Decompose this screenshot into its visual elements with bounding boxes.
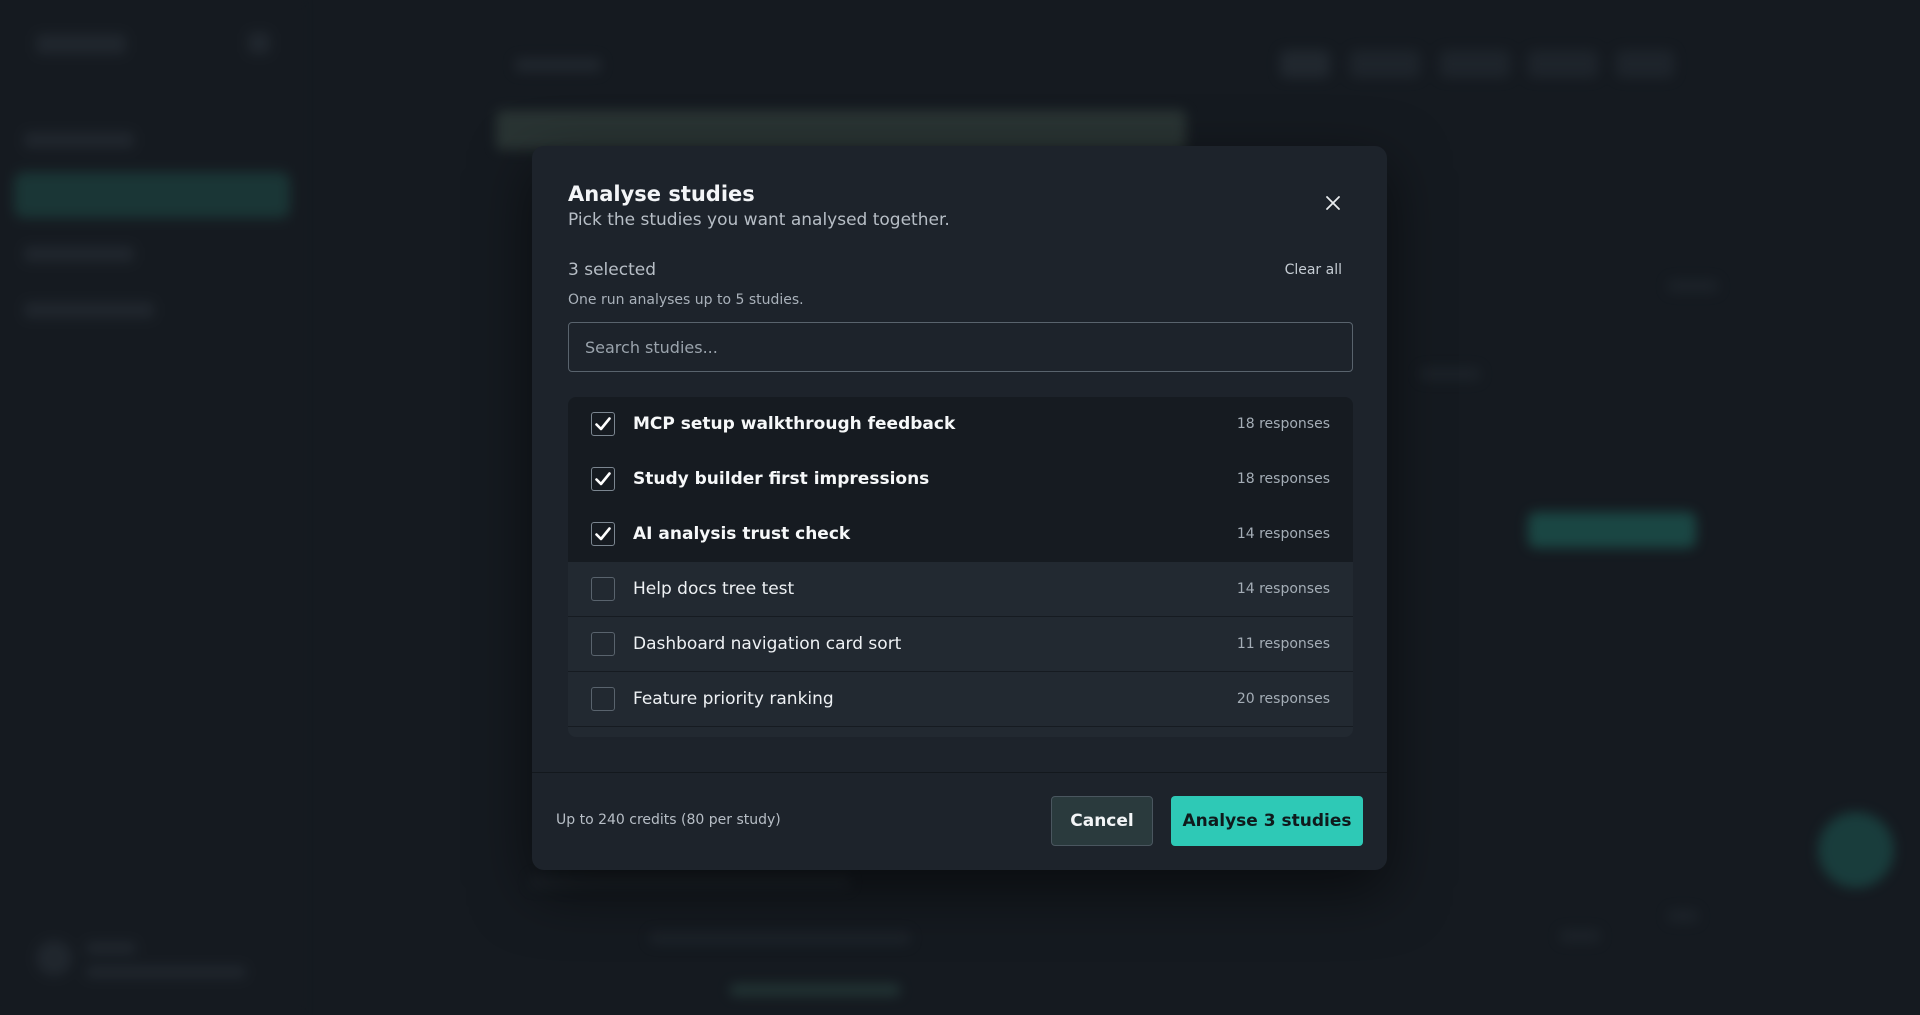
background-toolbar-pill bbox=[1440, 50, 1510, 78]
study-checkbox[interactable] bbox=[591, 577, 615, 601]
dialog-subtitle: Pick the studies you want analysed toget… bbox=[568, 210, 950, 230]
study-row[interactable]: Dashboard navigation card sort 11 respons… bbox=[568, 617, 1353, 672]
background-text-line bbox=[530, 876, 850, 888]
background-text-line bbox=[1668, 280, 1718, 292]
background-text-line bbox=[1668, 910, 1698, 922]
study-row[interactable]: Help docs tree test 14 responses bbox=[568, 562, 1353, 617]
background-text-line bbox=[1560, 930, 1600, 942]
checkmark-icon bbox=[595, 472, 611, 486]
background-page-title bbox=[496, 110, 1186, 150]
background-nav-item-active bbox=[14, 172, 290, 218]
study-row[interactable]: Feature priority ranking 20 responses bbox=[568, 672, 1353, 727]
study-row[interactable]: MCP setup walkthrough feedback 18 respons… bbox=[568, 397, 1353, 452]
background-avatar bbox=[36, 940, 72, 976]
selected-count: 3 selected bbox=[568, 260, 656, 280]
study-response-count: 18 responses bbox=[1236, 416, 1330, 432]
credits-note: Up to 240 credits (80 per study) bbox=[556, 812, 781, 828]
footer-divider bbox=[532, 772, 1387, 773]
background-toolbar-pill bbox=[1528, 50, 1598, 78]
analyse-studies-dialog: Analyse studies Pick the studies you wan… bbox=[532, 146, 1387, 870]
dialog-title: Analyse studies bbox=[568, 182, 755, 206]
background-teal-button bbox=[1528, 512, 1696, 548]
study-response-count: 18 responses bbox=[1236, 471, 1330, 487]
study-checkbox[interactable] bbox=[591, 687, 615, 711]
study-checkbox[interactable] bbox=[591, 632, 615, 656]
background-floating-action-button bbox=[1818, 812, 1894, 888]
study-row[interactable]: Study builder first impressions 18 respon… bbox=[568, 452, 1353, 507]
clear-all-button[interactable]: Clear all bbox=[1285, 262, 1342, 278]
study-response-count: 20 responses bbox=[1236, 691, 1330, 707]
background-toolbar-pill bbox=[1280, 50, 1330, 78]
study-name: AI analysis trust check bbox=[633, 524, 851, 544]
background-toolbar-pill bbox=[1616, 50, 1674, 78]
checkmark-icon bbox=[595, 417, 611, 431]
close-icon bbox=[1326, 196, 1340, 210]
background-nav-item bbox=[24, 246, 134, 262]
study-response-count: 11 responses bbox=[1236, 636, 1330, 652]
background-nav-item bbox=[24, 132, 134, 148]
study-name: MCP setup walkthrough feedback bbox=[633, 414, 956, 434]
background-toolbar-pill bbox=[1350, 50, 1420, 78]
analyse-studies-button[interactable]: Analyse 3 studies bbox=[1171, 796, 1363, 846]
study-name: Study builder first impressions bbox=[633, 469, 930, 489]
study-name: Dashboard navigation card sort bbox=[633, 634, 902, 654]
study-response-count: 14 responses bbox=[1236, 581, 1330, 597]
background-text-line bbox=[650, 932, 910, 944]
background-breadcrumb bbox=[515, 58, 601, 72]
background-text-line bbox=[730, 984, 900, 996]
study-name: Help docs tree test bbox=[633, 579, 795, 599]
background-text-line bbox=[1420, 368, 1480, 380]
study-row[interactable]: AI analysis trust check 14 responses bbox=[568, 507, 1353, 562]
study-list: MCP setup walkthrough feedback 18 respons… bbox=[568, 397, 1353, 737]
close-button[interactable] bbox=[1318, 188, 1348, 218]
limit-note: One run analyses up to 5 studies. bbox=[568, 292, 804, 308]
study-name: Feature priority ranking bbox=[633, 689, 834, 709]
study-checkbox[interactable] bbox=[591, 412, 615, 436]
background-user-name bbox=[86, 942, 136, 954]
background-sidebar-toggle bbox=[248, 32, 270, 54]
study-checkbox[interactable] bbox=[591, 467, 615, 491]
study-response-count: 14 responses bbox=[1236, 526, 1330, 542]
background-logo bbox=[36, 34, 126, 54]
background-nav-item bbox=[24, 302, 154, 318]
cancel-button[interactable]: Cancel bbox=[1051, 796, 1153, 846]
checkmark-icon bbox=[595, 527, 611, 541]
background-user-email bbox=[86, 966, 246, 978]
study-checkbox[interactable] bbox=[591, 522, 615, 546]
search-input[interactable] bbox=[568, 322, 1353, 372]
background-sidebar bbox=[0, 0, 300, 1015]
